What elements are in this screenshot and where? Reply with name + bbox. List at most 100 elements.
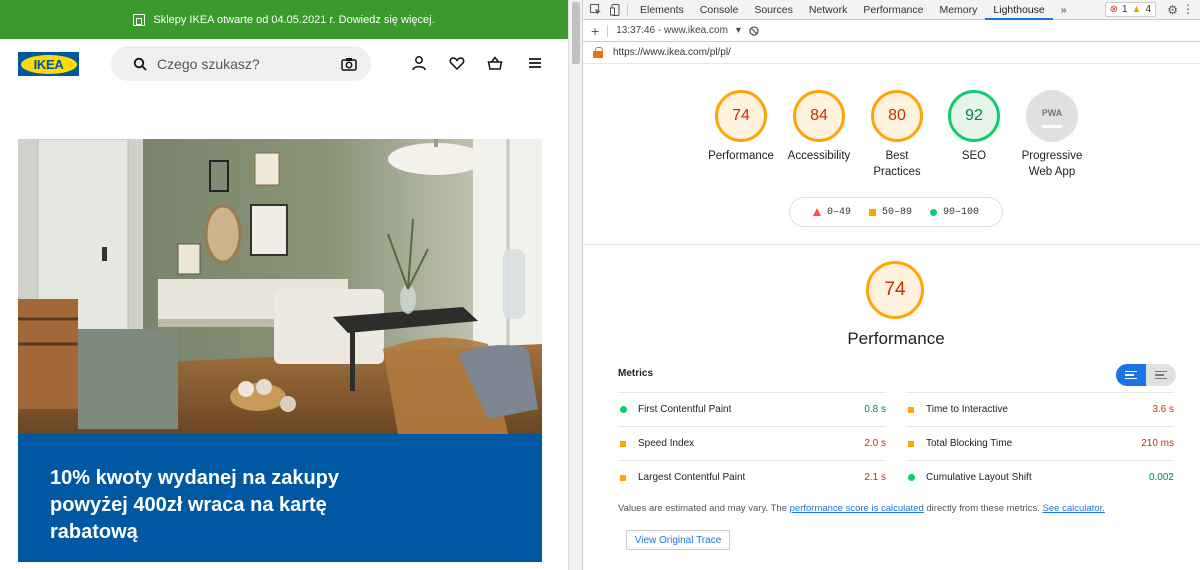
metric-name: Speed Index <box>638 438 695 449</box>
metric-name: First Contentful Paint <box>638 404 732 415</box>
metric-value: 0.002 <box>1148 472 1174 483</box>
clear-reports-icon[interactable] <box>749 25 759 36</box>
metrics-footnote: Values are estimated and may vary. The p… <box>618 503 1105 514</box>
lighthouse-toolbar: + 13:37:46 - www.ikea.com ▾ <box>583 20 1200 42</box>
metrics-column-left: First Contentful Paint 0.8 s Speed Index… <box>618 392 886 494</box>
page-scrollbar[interactable] <box>568 0 582 570</box>
search-input[interactable]: Czego szukasz? <box>157 56 331 72</box>
metric-speed-index[interactable]: Speed Index 2.0 s <box>618 426 886 460</box>
score-calculated-link[interactable]: performance score is calculated <box>790 503 924 514</box>
devtools-tab-bar: Elements Console Sources Network Perform… <box>583 0 1200 20</box>
more-options-icon[interactable]: ⋮ <box>1182 2 1194 16</box>
metric-value: 2.1 s <box>864 472 886 483</box>
metrics-column-right: Time to Interactive 3.6 s Total Blocking… <box>906 392 1174 494</box>
tab-lighthouse[interactable]: Lighthouse <box>985 0 1053 20</box>
gauge-pwa[interactable]: PWA Progressive Web App <box>1007 88 1097 180</box>
average-square-icon <box>620 474 626 481</box>
legend-fail: 0–49 <box>826 206 851 218</box>
warning-icon: ▲ <box>1131 4 1142 15</box>
search-icon <box>133 57 147 71</box>
metric-value: 3.6 s <box>1152 404 1174 415</box>
shopping-bag-icon[interactable] <box>486 54 504 72</box>
search-bar[interactable]: Czego szukasz? <box>111 46 371 81</box>
scrollbar-thumb[interactable] <box>572 2 580 64</box>
fail-triangle-icon <box>812 208 821 216</box>
gauge-label: Progressive Web App <box>1021 150 1083 178</box>
gauge-label: SEO <box>961 150 987 162</box>
footnote-text: Values are estimated and may vary. The <box>618 503 790 514</box>
promo-banner[interactable]: 10% kwoty wydanej na zakupy powyżej 400z… <box>18 434 542 562</box>
metrics-view-toggle[interactable] <box>1116 364 1176 386</box>
lighthouse-icon <box>593 47 603 58</box>
pwa-badge-text: PWA <box>1041 107 1063 118</box>
error-count: 1 <box>1121 4 1128 15</box>
tab-performance[interactable]: Performance <box>855 0 931 20</box>
new-report-plus-icon[interactable]: + <box>591 23 599 39</box>
performance-score-gauge: 74 <box>866 261 924 319</box>
inspect-element-icon[interactable] <box>589 3 603 17</box>
hero-living-room-image[interactable] <box>18 139 542 434</box>
logo-text: IKEA <box>33 56 64 72</box>
tab-sources[interactable]: Sources <box>746 0 801 20</box>
audited-url[interactable]: https://www.ikea.com/pl/pl/ <box>613 47 731 58</box>
metric-value: 210 ms <box>1141 438 1174 449</box>
average-square-icon <box>620 440 626 447</box>
favourites-heart-icon[interactable] <box>448 54 466 72</box>
average-square-icon <box>868 208 876 216</box>
view-original-trace-button[interactable]: View Original Trace <box>626 530 730 550</box>
issues-counter[interactable]: ⊗ 1 ▲ 4 <box>1104 2 1156 17</box>
report-selector-dropdown-icon[interactable]: ▾ <box>736 25 741 36</box>
legend-pass: 90–100 <box>943 206 980 218</box>
average-square-icon <box>908 406 914 413</box>
devtools-panel: Elements Console Sources Network Perform… <box>582 0 1200 570</box>
pwa-badge-icon: PWA <box>1026 90 1078 142</box>
gauge-score: 84 <box>793 90 845 142</box>
promo-headline[interactable]: 10% kwoty wydanej na zakupy powyżej 400z… <box>50 465 360 546</box>
legend-average: 50–89 <box>881 206 912 218</box>
report-selector[interactable]: 13:37:46 - www.ikea.com <box>616 25 728 36</box>
tab-console[interactable]: Console <box>692 0 747 20</box>
metric-largest-contentful-paint[interactable]: Largest Contentful Paint 2.1 s <box>618 460 886 494</box>
category-gauges: 74 Performance 84 Accessibility 80 Best … <box>583 88 1200 188</box>
metric-value: 2.0 s <box>864 438 886 449</box>
store-icon <box>133 13 146 26</box>
tab-separator <box>627 3 628 16</box>
gauge-seo[interactable]: 92 SEO <box>929 88 1019 164</box>
score-scale-legend: 0–49 50–89 90–100 <box>789 197 1003 227</box>
menu-hamburger-icon[interactable] <box>526 54 544 72</box>
metric-name: Time to Interactive <box>926 404 1008 415</box>
average-square-icon <box>908 440 914 447</box>
see-calculator-link[interactable]: See calculator. <box>1043 503 1105 514</box>
store-announcement-banner[interactable]: Sklepy IKEA otwarte od 04.05.2021 r. Dow… <box>0 0 568 39</box>
tab-memory[interactable]: Memory <box>931 0 985 20</box>
gauge-performance[interactable]: 74 Performance <box>696 88 786 164</box>
tab-elements[interactable]: Elements <box>632 0 692 20</box>
warning-count: 4 <box>1145 4 1151 15</box>
detailed-view-icon[interactable] <box>1146 364 1176 386</box>
gauge-score: 74 <box>715 90 767 142</box>
metric-name: Largest Contentful Paint <box>638 472 746 483</box>
pass-circle-icon <box>620 406 627 413</box>
more-tabs-button[interactable]: » <box>1053 0 1075 20</box>
camera-icon[interactable] <box>341 57 357 71</box>
ikea-page: Sklepy IKEA otwarte od 04.05.2021 r. Dow… <box>0 0 568 570</box>
metric-first-contentful-paint[interactable]: First Contentful Paint 0.8 s <box>618 392 886 426</box>
summary-view-icon[interactable] <box>1116 364 1146 386</box>
device-toolbar-icon[interactable] <box>609 3 623 17</box>
ikea-logo[interactable]: IKEA <box>18 52 79 76</box>
metric-cumulative-layout-shift[interactable]: Cumulative Layout Shift 0.002 <box>906 460 1174 494</box>
error-icon: ⊗ <box>1109 4 1118 15</box>
section-divider <box>583 244 1200 245</box>
metric-time-to-interactive[interactable]: Time to Interactive 3.6 s <box>906 392 1174 426</box>
metric-total-blocking-time[interactable]: Total Blocking Time 210 ms <box>906 426 1174 460</box>
settings-gear-icon[interactable]: ⚙ <box>1167 3 1178 17</box>
gauge-label: Performance <box>708 150 774 162</box>
account-icon[interactable] <box>410 54 428 72</box>
pass-circle-icon <box>930 208 937 216</box>
metric-name: Cumulative Layout Shift <box>926 472 1032 483</box>
gauge-score: 80 <box>871 90 923 142</box>
performance-section-title: Performance <box>847 329 945 348</box>
tab-network[interactable]: Network <box>801 0 856 20</box>
toolbar-separator <box>607 24 609 37</box>
banner-text[interactable]: Sklepy IKEA otwarte od 04.05.2021 r. Dow… <box>153 14 434 26</box>
